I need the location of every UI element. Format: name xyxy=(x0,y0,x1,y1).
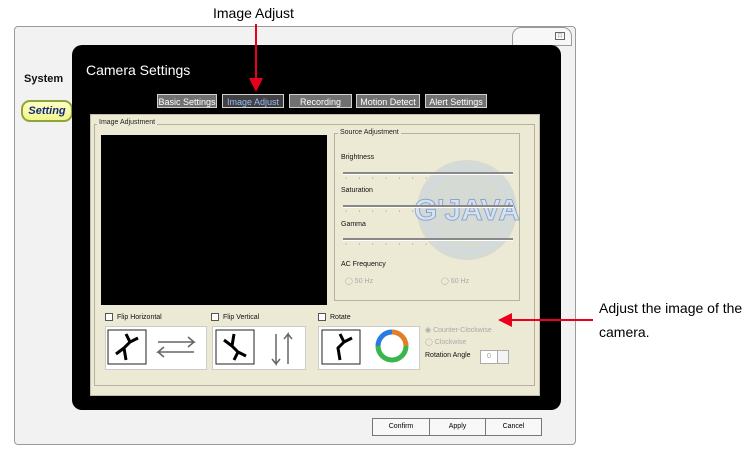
radio-icon: ◯ xyxy=(425,339,433,346)
flip-horizontal-preview xyxy=(105,326,207,370)
saturation-label: Saturation xyxy=(341,187,373,194)
callout-image-adjust: Image Adjust xyxy=(213,5,294,21)
saturation-ticks: ······· xyxy=(345,208,439,215)
checkbox-icon xyxy=(105,313,113,321)
radio-icon: ◯ xyxy=(441,278,449,285)
checkbox-icon xyxy=(318,313,326,321)
brightness-ticks: ······· xyxy=(345,175,439,182)
sidebar-system[interactable]: System xyxy=(24,73,63,85)
flip-horizontal-checkbox[interactable]: Flip Horizontal xyxy=(105,313,162,321)
panel-title: Camera Settings xyxy=(86,62,191,78)
tab-basic-settings[interactable]: Basic Settings xyxy=(157,94,217,108)
tab-motion-detect[interactable]: Motion Detect xyxy=(356,94,420,108)
rotation-angle-stepper[interactable] xyxy=(497,350,509,364)
radio-60hz-label: 60 Hz xyxy=(450,278,470,285)
gamma-label: Gamma xyxy=(341,221,366,228)
radio-clockwise[interactable]: ◯ Clockwise xyxy=(425,338,466,346)
tab-alert-settings[interactable]: Alert Settings xyxy=(425,94,487,108)
ac-frequency-label: AC Frequency xyxy=(341,261,386,268)
confirm-button[interactable]: Confirm xyxy=(372,418,430,436)
callout-adjust-line2: camera. xyxy=(599,324,650,340)
radio-50hz[interactable]: ◯ 50 Hz xyxy=(345,277,373,285)
radio-counter-clockwise[interactable]: ◉ Counter-Clockwise xyxy=(425,326,492,334)
brightness-label: Brightness xyxy=(341,154,375,161)
flip-vertical-label: Flip Vertical xyxy=(223,313,260,321)
radio-60hz[interactable]: ◯ 60 Hz xyxy=(441,277,469,285)
rotation-angle-label: Rotation Angle xyxy=(425,352,471,359)
radio-icon: ◉ xyxy=(425,327,432,334)
camera-preview xyxy=(101,135,327,305)
radio-50hz-label: 50 Hz xyxy=(354,278,374,285)
gamma-ticks: ······· xyxy=(345,241,439,248)
sidebar-setting-button[interactable]: Setting xyxy=(21,100,73,122)
apply-button[interactable]: Apply xyxy=(429,418,486,436)
flip-vertical-checkbox[interactable]: Flip Vertical xyxy=(211,313,259,321)
source-adjustment-label: Source Adjustment xyxy=(338,129,401,136)
tab-recording[interactable]: Recording xyxy=(289,94,352,108)
tab-image-adjust[interactable]: Image Adjust xyxy=(222,94,284,108)
rotate-preview xyxy=(318,326,420,370)
rotation-angle-input[interactable]: 0 xyxy=(480,350,498,364)
flip-horizontal-label: Flip Horizontal xyxy=(117,313,162,321)
close-icon[interactable]: □ xyxy=(555,32,565,40)
rotate-label: Rotate xyxy=(330,313,351,321)
flip-vertical-preview xyxy=(212,326,306,370)
checkbox-icon xyxy=(211,313,219,321)
callout-adjust-line1: Adjust the image of the xyxy=(599,300,743,316)
radio-ccw-label: Counter-Clockwise xyxy=(433,327,492,334)
radio-cw-label: Clockwise xyxy=(434,339,467,346)
rotate-checkbox[interactable]: Rotate xyxy=(318,313,351,321)
radio-icon: ◯ xyxy=(345,278,353,285)
image-adjustment-label: Image Adjustment xyxy=(97,119,158,126)
cancel-button[interactable]: Cancel xyxy=(485,418,542,436)
